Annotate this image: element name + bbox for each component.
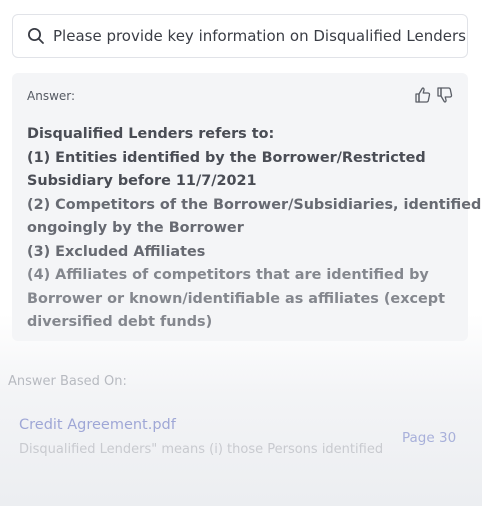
answer-label: Answer: bbox=[27, 89, 76, 103]
answer-line: Disqualified Lenders refers to: bbox=[27, 126, 275, 142]
search-icon bbox=[27, 27, 45, 45]
sources-heading: Answer Based On: bbox=[8, 374, 127, 389]
answer-line: (3) Excluded Affiliates bbox=[27, 243, 206, 260]
answer-line: (2) Competitors of the Borrower/Subsidia… bbox=[27, 196, 482, 213]
answer-line: diversified debt funds) bbox=[27, 314, 213, 330]
answer-line: ongoingly by the Borrower bbox=[27, 220, 244, 236]
source-document-link[interactable]: Credit Agreement.pdf bbox=[19, 417, 176, 433]
search-query-text[interactable]: Please provide key information on Disqua… bbox=[53, 27, 466, 45]
answer-line: (1) Entities identified by the Borrower/… bbox=[27, 149, 426, 166]
source-page-link[interactable]: Page 30 bbox=[402, 430, 456, 446]
thumbs-up-icon[interactable] bbox=[414, 86, 432, 104]
answer-card: Answer: Disqualified Lenders refers to: … bbox=[12, 73, 482, 341]
thumbs-down-icon[interactable] bbox=[436, 86, 454, 104]
answer-line: Borrower or known/identifiable as affili… bbox=[27, 290, 445, 307]
answer-line: (4) Affiliates of competitors that are i… bbox=[27, 267, 429, 283]
answer-line: Subsidiary before 11/7/2021 bbox=[27, 173, 257, 189]
source-snippet: Disqualified Lenders" means (i) those Pe… bbox=[19, 442, 384, 457]
answer-text: Disqualified Lenders refers to: (1) Enti… bbox=[27, 123, 482, 335]
search-bar[interactable]: Please provide key information on Disqua… bbox=[12, 14, 468, 58]
